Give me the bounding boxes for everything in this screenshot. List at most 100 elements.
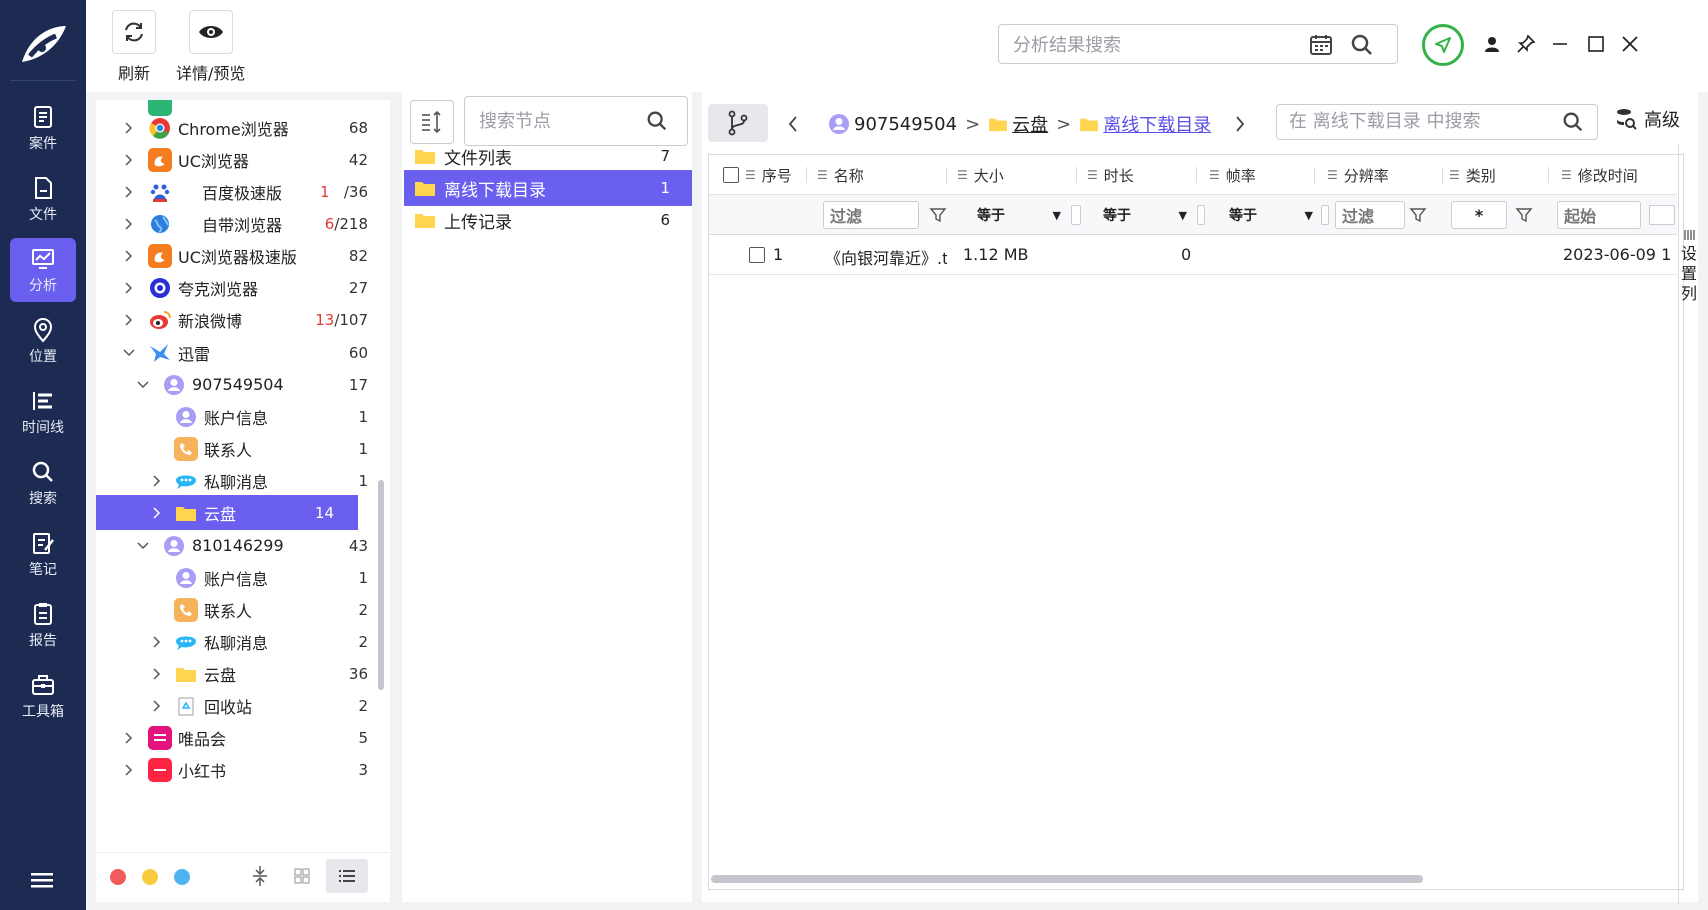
column-index[interactable]: ☰ 序号 xyxy=(723,155,807,195)
chevron-right-icon[interactable] xyxy=(150,506,164,520)
search-icon[interactable] xyxy=(1561,110,1585,134)
chevron-right-icon[interactable] xyxy=(1233,115,1247,133)
grid-horizontal-scrollbar[interactable] xyxy=(711,875,1423,883)
tree-row-xiaohongshu[interactable]: 小红书 3 xyxy=(96,752,376,787)
node-item-file-list[interactable]: 文件列表 7 xyxy=(404,138,692,174)
chevron-right-icon[interactable] xyxy=(122,763,136,777)
chevron-right-icon[interactable] xyxy=(150,635,164,649)
filter-size-select[interactable]: 等于 ▼ xyxy=(977,201,1061,229)
node-item-upload-records[interactable]: 上传记录 6 xyxy=(404,202,692,238)
tree-row-weibo[interactable]: 新浪微博 13/107 xyxy=(96,302,376,337)
refresh-button[interactable]: 刷新 xyxy=(112,10,156,84)
column-mtime[interactable]: ☰ 修改时间 xyxy=(1561,155,1677,195)
list-view-button[interactable] xyxy=(326,859,368,893)
tree-row-quark[interactable]: 夸克浏览器 27 xyxy=(96,270,376,305)
nav-item-file[interactable]: 文件 xyxy=(10,167,76,231)
tree-row-baidu[interactable]: 百度极速版 1 /36 xyxy=(96,174,376,209)
filter-mtime-start-input[interactable]: 起始 xyxy=(1557,201,1641,229)
column-size[interactable]: ☰ 大小 xyxy=(957,155,1077,195)
grid-view-button[interactable] xyxy=(284,859,320,893)
node-item-offline-download[interactable]: 离线下载目录 1 xyxy=(404,170,692,206)
filter-icon[interactable] xyxy=(1515,206,1533,224)
tree-row-private-messages[interactable]: 私聊消息 2 xyxy=(96,624,376,659)
minimize-button[interactable] xyxy=(1546,30,1574,58)
chevron-right-icon[interactable] xyxy=(122,185,136,199)
tree-row-uc[interactable]: UC浏览器 42 xyxy=(96,142,376,177)
close-button[interactable] xyxy=(1616,30,1644,58)
tree-row-recycle-bin[interactable]: 回收站 2 xyxy=(96,688,376,723)
chevron-right-icon[interactable] xyxy=(150,699,164,713)
filter-category-input[interactable]: * xyxy=(1451,201,1507,229)
tree-row-cloud-drive[interactable]: 云盘 36 xyxy=(96,656,376,691)
blue-dot-filter[interactable] xyxy=(174,869,190,885)
row-checkbox[interactable] xyxy=(749,247,765,263)
nav-item-toolbox[interactable]: 工具箱 xyxy=(10,664,76,728)
tree-row-cloud-drive[interactable]: 云盘 14 xyxy=(96,495,358,530)
yellow-dot-filter[interactable] xyxy=(142,869,158,885)
tree-row-account-810146299[interactable]: 810146299 43 xyxy=(96,528,376,563)
set-columns-button[interactable]: 设置列 xyxy=(1678,144,1698,904)
tree-row-vipshop[interactable]: 唯品会 5 xyxy=(96,720,376,755)
table-row[interactable]: 1 《向银河靠近》.t 1.12 MB 0 2023-06-09 1 xyxy=(709,235,1677,275)
column-duration[interactable]: ☰ 时长 xyxy=(1087,155,1197,195)
chevron-right-icon[interactable] xyxy=(150,474,164,488)
chevron-down-icon[interactable] xyxy=(136,539,150,553)
tree-row-private-messages[interactable]: 私聊消息 1 xyxy=(96,463,376,498)
nav-item-timeline[interactable]: 时间线 xyxy=(10,380,76,444)
tree-row-contacts[interactable]: 联系人 2 xyxy=(96,592,376,627)
tree-row-xunlei[interactable]: 迅雷 60 xyxy=(96,335,376,370)
filter-name-input[interactable]: 过滤 xyxy=(823,201,919,229)
chevron-right-icon[interactable] xyxy=(122,313,136,327)
red-dot-filter[interactable] xyxy=(110,869,126,885)
nav-item-note[interactable]: 笔记 xyxy=(10,522,76,586)
breadcrumb-account[interactable]: 907549504 xyxy=(854,114,957,135)
advanced-search-button[interactable]: 高级 xyxy=(1614,106,1680,132)
select-all-checkbox[interactable] xyxy=(723,167,739,183)
filter-duration-select[interactable]: 等于 ▼ xyxy=(1103,201,1187,229)
breadcrumb-folder-offline[interactable]: 离线下载目录 xyxy=(1103,111,1211,137)
user-button[interactable] xyxy=(1478,30,1506,58)
column-name[interactable]: ☰ 名称 xyxy=(817,155,947,195)
nav-item-search[interactable]: 搜索 xyxy=(10,451,76,515)
nav-item-report[interactable]: 报告 xyxy=(10,593,76,657)
column-category[interactable]: ☰ 类别 xyxy=(1449,155,1549,195)
column-resolution[interactable]: ☰ 分辨率 xyxy=(1327,155,1443,195)
chevron-right-icon[interactable] xyxy=(122,217,136,231)
nav-item-case[interactable]: 案件 xyxy=(10,96,76,160)
tree-row-account-info[interactable]: 账户信息 1 xyxy=(96,560,376,595)
column-fps[interactable]: ☰ 帧率 xyxy=(1209,155,1315,195)
tree-scrollbar[interactable] xyxy=(378,480,384,690)
tree-row-account-907549504[interactable]: 907549504 17 xyxy=(96,367,376,402)
tree-row-account-info[interactable]: 账户信息 1 xyxy=(96,399,376,434)
chevron-right-icon[interactable] xyxy=(122,249,136,263)
chevron-down-icon[interactable] xyxy=(136,378,150,392)
nav-item-analysis[interactable]: 分析 xyxy=(10,238,76,302)
maximize-button[interactable] xyxy=(1582,30,1610,58)
path-search-input[interactable] xyxy=(1289,111,1549,132)
calendar-icon[interactable] xyxy=(1309,33,1333,57)
search-icon[interactable] xyxy=(645,109,669,133)
filter-mtime-end-input[interactable] xyxy=(1649,205,1675,225)
filter-icon[interactable] xyxy=(929,206,947,224)
pin-button[interactable] xyxy=(1512,30,1540,58)
menu-icon[interactable] xyxy=(28,868,58,892)
filter-resolution-input[interactable]: 过滤 xyxy=(1335,201,1405,229)
filter-fps-select[interactable]: 等于 ▼ xyxy=(1229,201,1313,229)
chevron-right-icon[interactable] xyxy=(122,731,136,745)
chevron-right-icon[interactable] xyxy=(122,281,136,295)
tree-row-uc-lite[interactable]: UC浏览器极速版 82 xyxy=(96,238,376,273)
tree-row-builtin-browser[interactable]: 自带浏览器 6/218 xyxy=(96,206,376,241)
breadcrumb-folder-cloud[interactable]: 云盘 xyxy=(1012,111,1048,137)
nav-item-location[interactable]: 位置 xyxy=(10,309,76,373)
search-icon[interactable] xyxy=(1349,32,1375,58)
chevron-right-icon[interactable] xyxy=(122,121,136,135)
filter-icon[interactable] xyxy=(1409,206,1427,224)
node-search-input[interactable] xyxy=(479,111,639,132)
tree-row-contacts[interactable]: 联系人 1 xyxy=(96,431,376,466)
chevron-right-icon[interactable] xyxy=(122,153,136,167)
tree-row-chrome[interactable]: Chrome浏览器 68 xyxy=(96,110,376,145)
chevron-down-icon[interactable] xyxy=(122,346,136,360)
chevron-right-icon[interactable] xyxy=(150,667,164,681)
result-search-input[interactable] xyxy=(1013,33,1303,57)
chevron-left-icon[interactable] xyxy=(786,115,800,133)
